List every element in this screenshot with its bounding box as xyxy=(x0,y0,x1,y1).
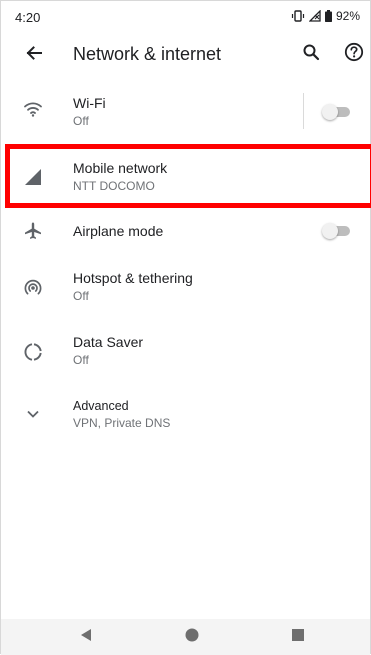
airplane-icon xyxy=(21,219,45,243)
nav-recents-button[interactable] xyxy=(289,628,307,646)
toggle-thumb xyxy=(322,104,338,120)
help-button[interactable] xyxy=(343,42,365,67)
setting-summary: Off xyxy=(73,353,89,367)
setting-summary: Off xyxy=(73,289,89,303)
page-title: Network & internet xyxy=(73,44,222,64)
nav-back-button[interactable] xyxy=(77,628,95,646)
setting-wifi[interactable]: Wi-Fi Off xyxy=(1,87,370,135)
setting-advanced[interactable]: Advanced VPN, Private DNS xyxy=(1,391,370,437)
hotspot-icon xyxy=(21,276,45,300)
data-saver-icon xyxy=(21,340,45,364)
nav-home-button[interactable] xyxy=(183,628,201,646)
setting-title: Data Saver xyxy=(73,334,144,350)
setting-title: Airplane mode xyxy=(73,223,164,239)
setting-title: Wi-Fi xyxy=(73,95,106,111)
arrow-back-icon xyxy=(25,44,43,67)
setting-title: Advanced xyxy=(73,399,129,413)
status-time: 4:20 xyxy=(15,10,41,25)
setting-summary: NTT DOCOMO xyxy=(73,179,155,193)
back-button[interactable] xyxy=(23,44,45,66)
setting-summary: VPN, Private DNS xyxy=(73,416,171,430)
status-icons: 92% xyxy=(291,9,360,23)
setting-airplane-mode[interactable]: Airplane mode xyxy=(1,211,370,251)
help-icon xyxy=(344,42,364,67)
setting-title: Hotspot & tethering xyxy=(73,270,193,286)
setting-mobile-network[interactable]: Mobile network NTT DOCOMO xyxy=(1,151,370,203)
battery-icon xyxy=(324,10,332,22)
wifi-icon xyxy=(21,97,45,121)
cell-signal-icon xyxy=(21,165,45,189)
setting-hotspot-tethering[interactable]: Hotspot & tethering Off xyxy=(1,263,370,311)
nav-recents-icon xyxy=(291,628,305,647)
search-button[interactable] xyxy=(300,43,322,65)
android-screen: 4:20 92% Network & internet Wi-Fi Off Mo… xyxy=(0,0,371,655)
setting-title: Mobile network xyxy=(73,160,168,176)
vibrate-icon xyxy=(291,10,305,22)
wifi-toggle[interactable] xyxy=(322,104,352,120)
nav-back-icon xyxy=(79,628,93,647)
setting-summary: Off xyxy=(73,114,89,128)
airplane-mode-toggle[interactable] xyxy=(322,223,352,239)
chevron-down-icon xyxy=(21,402,45,426)
search-icon xyxy=(302,43,320,66)
status-bar: 4:20 92% xyxy=(1,1,370,35)
nav-home-icon xyxy=(184,627,200,648)
no-signal-icon xyxy=(308,10,321,22)
navigation-bar xyxy=(1,619,370,655)
setting-data-saver[interactable]: Data Saver Off xyxy=(1,327,370,375)
app-bar: Network & internet xyxy=(1,35,370,75)
wifi-divider xyxy=(303,93,304,129)
toggle-thumb xyxy=(322,223,338,239)
battery-percent: 92% xyxy=(335,9,360,23)
